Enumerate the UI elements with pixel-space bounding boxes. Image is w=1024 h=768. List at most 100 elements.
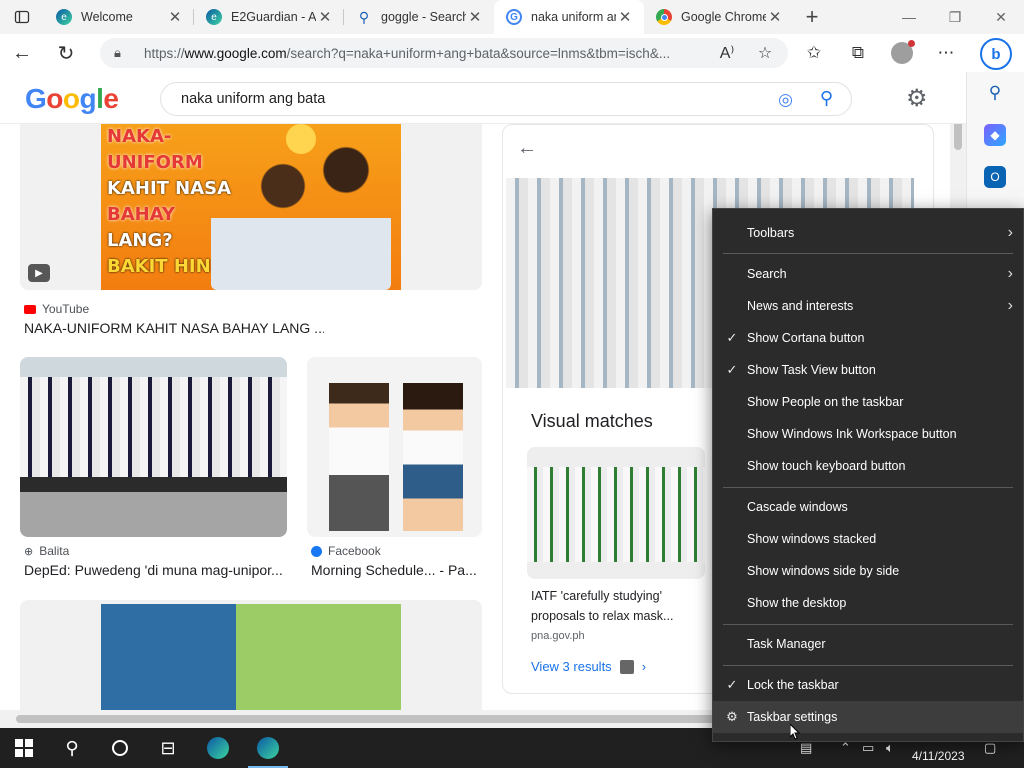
tab-title: Welcome [81, 10, 133, 24]
result-thumbnail-school[interactable] [20, 600, 482, 710]
shopping-icon[interactable]: ◆ [984, 124, 1006, 146]
visual-match-source: pna.gov.ph [531, 630, 585, 642]
scrollbar-thumb[interactable] [16, 715, 716, 723]
back-button[interactable]: ← [0, 42, 44, 65]
menu-item-label: Cascade windows [747, 500, 848, 514]
google-icon: G [506, 9, 522, 25]
visual-match-image[interactable] [527, 447, 705, 579]
tab-goggle-search[interactable]: ⚲ goggle - Search ✕ [344, 0, 494, 34]
result-thumb-icon [619, 659, 634, 674]
outlook-icon[interactable]: O [984, 166, 1006, 188]
search-icon[interactable]: ⚲ [984, 82, 1006, 104]
result-thumbnail-facebook[interactable] [307, 357, 482, 537]
more-options-icon[interactable]: ⋯ [924, 43, 968, 63]
google-search-box[interactable]: naka uniform ang bata ◎ ⚲ [160, 82, 852, 116]
close-icon[interactable]: ✕ [316, 8, 334, 26]
search-query-text: naka uniform ang bata [181, 91, 326, 107]
menu-item-label: Show windows stacked [747, 532, 877, 546]
menu-item-label: Search [747, 267, 787, 281]
read-aloud-icon[interactable]: A⁾ [708, 43, 746, 63]
mouse-cursor-icon [790, 724, 800, 740]
chevron-up-icon[interactable]: ⌃ [840, 740, 851, 756]
result-thumbnail-youtube[interactable]: NAKA-UNIFORM KAHIT NASA BAHAY LANG? BAKI… [20, 120, 482, 290]
close-icon[interactable]: ✕ [466, 8, 484, 26]
menu-item-show-touch-keyboard[interactable]: Show touch keyboard button [713, 450, 1023, 482]
tab-welcome[interactable]: e Welcome ✕ [44, 0, 194, 34]
menu-item-task-manager[interactable]: Task Manager [713, 628, 1023, 660]
menu-item-label: Lock the taskbar [747, 678, 839, 692]
menu-item-show-task-view[interactable]: ✓ Show Task View button [713, 354, 1023, 386]
close-icon[interactable]: ✕ [616, 8, 634, 26]
tab-actions-button[interactable] [0, 0, 44, 34]
profile-avatar[interactable] [880, 40, 924, 64]
news-icon[interactable]: ▤ [800, 740, 812, 756]
bing-chat-icon[interactable]: b [980, 38, 1012, 70]
tab-google-chrome[interactable]: Google Chrome ✕ [644, 0, 794, 34]
source-label: Facebook [328, 544, 381, 558]
close-icon[interactable]: ✕ [766, 8, 784, 26]
taskbar-date[interactable]: 4/11/2023 [912, 749, 965, 763]
edge-icon: e [206, 9, 222, 25]
new-tab-button[interactable]: + [794, 4, 830, 30]
lock-icon: 🔒︎ [114, 45, 121, 60]
cortana-icon[interactable] [108, 736, 132, 760]
refresh-icon: ↻ [57, 42, 75, 65]
network-icon[interactable]: ▭ [862, 740, 874, 756]
back-arrow-icon[interactable]: ← [517, 137, 537, 160]
close-icon[interactable]: ✕ [166, 8, 184, 26]
menu-item-taskbar-settings[interactable]: ⚙ Taskbar settings [713, 701, 1023, 733]
edge-taskbar-icon[interactable] [206, 736, 230, 760]
collections-icon[interactable]: ⧉ [836, 43, 880, 63]
menu-item-news-and-interests[interactable]: News and interests › [713, 290, 1023, 322]
menu-item-show-people[interactable]: Show People on the taskbar [713, 386, 1023, 418]
youtube-icon [24, 304, 36, 314]
restore-icon[interactable]: ❐ [932, 0, 978, 34]
menu-item-show-ink-workspace[interactable]: Show Windows Ink Workspace button [713, 418, 1023, 450]
edge-taskbar-icon-active[interactable] [248, 736, 288, 768]
result-thumbnail-balita[interactable] [20, 357, 287, 537]
add-favorite-icon[interactable]: ☆ [746, 43, 784, 63]
result-title[interactable]: DepEd: Puwedeng 'di muna mag-unipor... [24, 562, 286, 578]
toolbar-icons: ✩ ⧉ ⋯ [792, 34, 968, 72]
result-title[interactable]: Morning Schedule... - Pa... [311, 562, 481, 578]
chevron-right-icon: › [1007, 265, 1013, 282]
menu-item-windows-side-by-side[interactable]: Show windows side by side [713, 555, 1023, 587]
visual-match-caption[interactable]: IATF 'carefully studying' [531, 589, 662, 603]
visual-match-caption[interactable]: proposals to relax mask... [531, 609, 673, 623]
menu-divider [723, 624, 1013, 625]
minimize-icon[interactable]: — [886, 0, 932, 34]
notifications-icon[interactable]: ▢ [984, 740, 996, 756]
menu-item-cascade-windows[interactable]: Cascade windows [713, 491, 1023, 523]
edge-icon: e [56, 9, 72, 25]
menu-item-show-desktop[interactable]: Show the desktop [713, 587, 1023, 619]
view-results-link[interactable]: View 3 results › [531, 659, 646, 674]
gear-icon: ⚙ [726, 709, 738, 724]
menu-item-toolbars[interactable]: Toolbars › [713, 217, 1023, 249]
close-window-icon[interactable]: ✕ [978, 0, 1024, 34]
school-photo [101, 604, 401, 710]
result-title[interactable]: NAKA-UNIFORM KAHIT NASA BAHAY LANG ... [24, 320, 324, 336]
google-lens-icon[interactable]: ◎ [778, 90, 793, 110]
search-icon[interactable]: ⚲ [60, 736, 84, 760]
refresh-button[interactable]: ↻ [44, 41, 88, 66]
tab-google-images[interactable]: G naka uniform an ✕ [494, 0, 644, 34]
start-windows-icon[interactable] [12, 736, 36, 760]
search-icon[interactable]: ⚲ [820, 88, 833, 109]
checkmark-icon: ✓ [726, 330, 738, 345]
settings-gear-icon[interactable]: ⚙ [906, 84, 928, 113]
menu-item-show-cortana[interactable]: ✓ Show Cortana button [713, 322, 1023, 354]
view-results-label: View 3 results [531, 659, 612, 674]
favorites-icon[interactable]: ✩ [792, 43, 836, 63]
tab-e2guardian[interactable]: e E2Guardian - Ac ✕ [194, 0, 344, 34]
task-view-icon[interactable]: ⊟ [156, 736, 180, 760]
google-logo[interactable]: Google [25, 83, 119, 115]
menu-item-search[interactable]: Search › [713, 258, 1023, 290]
menu-item-lock-taskbar[interactable]: ✓ Lock the taskbar [713, 669, 1023, 701]
taskbar-context-menu: Toolbars › Search › News and interests ›… [712, 208, 1024, 742]
students-photo [20, 377, 287, 477]
address-toolbar: ← ↻ 🔒︎ https://www.google.com/search?q=n… [0, 34, 1024, 72]
address-bar[interactable]: 🔒︎ https://www.google.com/search?q=naka+… [100, 38, 788, 68]
menu-item-windows-stacked[interactable]: Show windows stacked [713, 523, 1023, 555]
volume-icon[interactable]: 🔈︎ [886, 740, 894, 756]
url-path: /search?q=naka+uniform+ang+bata&source=l… [286, 45, 671, 61]
